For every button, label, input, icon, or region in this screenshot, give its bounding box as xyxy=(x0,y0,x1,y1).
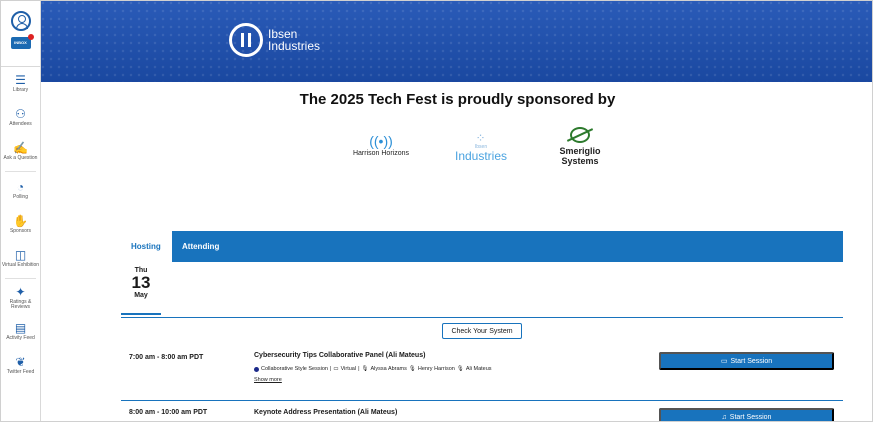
event-banner: Ibsen Industries xyxy=(41,1,872,82)
start-session-label: Start Session xyxy=(730,357,773,365)
sidebar-item-virtual-exhibition[interactable]: ◫ Virtual Exhibition xyxy=(1,242,40,276)
session-meta: Collaborative Style Session | ▭ Virtual … xyxy=(254,366,492,372)
start-session-label: Start Session xyxy=(729,413,772,421)
sponsor-ibsen-industries[interactable]: ⁘ Ibsen Industries xyxy=(443,132,519,163)
date-day: 13 xyxy=(131,273,151,292)
virtual-icon: ▭ xyxy=(333,366,339,372)
speaker-name: Ali Mateus xyxy=(465,366,492,372)
logo-mark-icon xyxy=(229,23,263,57)
inbox-button[interactable]: INBOX xyxy=(10,34,34,49)
ratings-icon: ✦ xyxy=(15,284,26,299)
tab-hosting[interactable]: Hosting xyxy=(121,231,172,262)
notification-dot xyxy=(27,34,34,40)
exhibition-icon: ◫ xyxy=(14,248,27,263)
sidebar-divider xyxy=(5,278,36,279)
session-row: 7:00 am - 8:00 am PDT Cybersecurity Tips… xyxy=(121,345,843,401)
polling-icon: ◔ xyxy=(16,180,25,195)
globe-icon xyxy=(570,127,590,143)
sponsors-icon: ✋ xyxy=(13,214,28,229)
sponsor-name: Smeriglio Systems xyxy=(559,146,600,166)
session-title[interactable]: Cybersecurity Tips Collaborative Panel (… xyxy=(254,352,425,359)
speaker-name: Alyssa Abrams xyxy=(370,366,407,372)
sponsor-name: Industries xyxy=(454,149,508,163)
date-selector[interactable]: Thu 13 May xyxy=(121,267,161,299)
virtual-session-icon: ▭ xyxy=(720,358,728,365)
sidebar-item-polling[interactable]: ◔ Polling xyxy=(1,174,40,208)
date-selected-indicator xyxy=(121,313,161,315)
speaker-name: Henry Harrison xyxy=(417,366,455,372)
session-row: 8:00 am - 10:00 am PDT Keynote Address P… xyxy=(121,403,843,421)
check-your-system-button[interactable]: Check Your System xyxy=(442,323,522,339)
attendees-icon: ⚇ xyxy=(15,107,26,122)
sponsor-name-line-2: Systems xyxy=(561,156,599,166)
sidebar-item-label: Virtual Exhibition xyxy=(1,262,40,269)
twitter-icon: ❦ xyxy=(15,355,26,370)
sidebar-item-label: Ratings & Reviews xyxy=(9,298,32,310)
session-format: Virtual xyxy=(340,366,357,372)
wifi-icon: ((•)) xyxy=(369,133,393,149)
schedule-divider xyxy=(121,317,843,318)
sponsor-name-line-1: Smeriglio xyxy=(559,146,601,156)
date-month: May xyxy=(134,292,148,299)
meta-separator: | xyxy=(329,366,332,372)
session-time: 8:00 am - 10:00 am PDT xyxy=(129,409,208,416)
sidebar-item-label: Polling xyxy=(12,194,28,201)
sidebar-item-sponsors[interactable]: ✋ Sponsors xyxy=(1,208,40,242)
sidebar-item-label: Twitter Feed xyxy=(6,369,35,376)
sidebar-item-label: Sponsors xyxy=(9,228,32,235)
sidebar-item-label: Activity Feed xyxy=(6,335,35,342)
sidebar-item-label: Attendees xyxy=(9,121,32,128)
sidebar-item-label: Library xyxy=(12,87,29,94)
network-dots-icon: ⁘ xyxy=(475,131,487,145)
microphone-icon: 🎙 xyxy=(361,366,369,372)
meta-separator: | xyxy=(358,366,360,372)
user-profile-icon[interactable] xyxy=(10,11,31,31)
ibsen-industries-logo: Ibsen Industries xyxy=(229,23,320,57)
sidebar-item-ask-question[interactable]: ✍ Ask a Question xyxy=(1,135,40,169)
question-icon: ✍ xyxy=(13,141,28,156)
sidebar-item-library[interactable]: ☰ Library xyxy=(1,67,40,101)
activity-feed-icon: ▤ xyxy=(14,321,27,336)
tab-attending[interactable]: Attending xyxy=(172,231,229,262)
logo-text: Ibsen Industries xyxy=(268,28,320,52)
session-type-dot-icon xyxy=(254,366,259,372)
headset-icon: ♫ xyxy=(721,413,727,421)
inbox-label: INBOX xyxy=(14,40,27,45)
start-session-button[interactable]: ▭ Start Session xyxy=(659,352,834,370)
session-tabs: Hosting Attending xyxy=(121,231,843,262)
microphone-icon: 🎙 xyxy=(408,366,416,372)
microphone-icon: 🎙 xyxy=(456,366,464,372)
session-title[interactable]: Keynote Address Presentation (Ali Mateus… xyxy=(254,409,397,416)
sponsor-heading: The 2025 Tech Fest is proudly sponsored … xyxy=(299,91,616,108)
show-more-link[interactable]: Show more xyxy=(254,377,282,383)
sidebar-item-ratings-reviews[interactable]: ✦ Ratings & Reviews xyxy=(1,281,40,315)
sidebar-item-twitter-feed[interactable]: ❦ Twitter Feed xyxy=(1,349,40,383)
sidebar-top: INBOX xyxy=(1,1,40,67)
sponsor-smeriglio-systems[interactable]: Smeriglio Systems xyxy=(553,127,607,166)
sidebar-item-label: Ask a Question xyxy=(3,155,38,162)
session-type: Collaborative Style Session xyxy=(261,366,328,372)
sponsor-name: Harrison Horizons xyxy=(352,150,410,157)
sidebar-divider xyxy=(5,171,36,172)
sponsor-harrison-horizons[interactable]: ((•)) Harrison Horizons xyxy=(346,134,416,157)
session-time: 7:00 am - 8:00 am PDT xyxy=(129,354,204,361)
library-icon: ☰ xyxy=(15,73,26,88)
left-sidebar: INBOX ☰ Library ⚇ Attendees ✍ Ask a Ques… xyxy=(1,1,41,421)
app-frame: INBOX ☰ Library ⚇ Attendees ✍ Ask a Ques… xyxy=(0,0,873,422)
sidebar-item-attendees[interactable]: ⚇ Attendees xyxy=(1,101,40,135)
sidebar-item-activity-feed[interactable]: ▤ Activity Feed xyxy=(1,315,40,349)
start-session-button[interactable]: ♫ Start Session xyxy=(659,408,834,421)
logo-line-2: Industries xyxy=(268,39,321,53)
